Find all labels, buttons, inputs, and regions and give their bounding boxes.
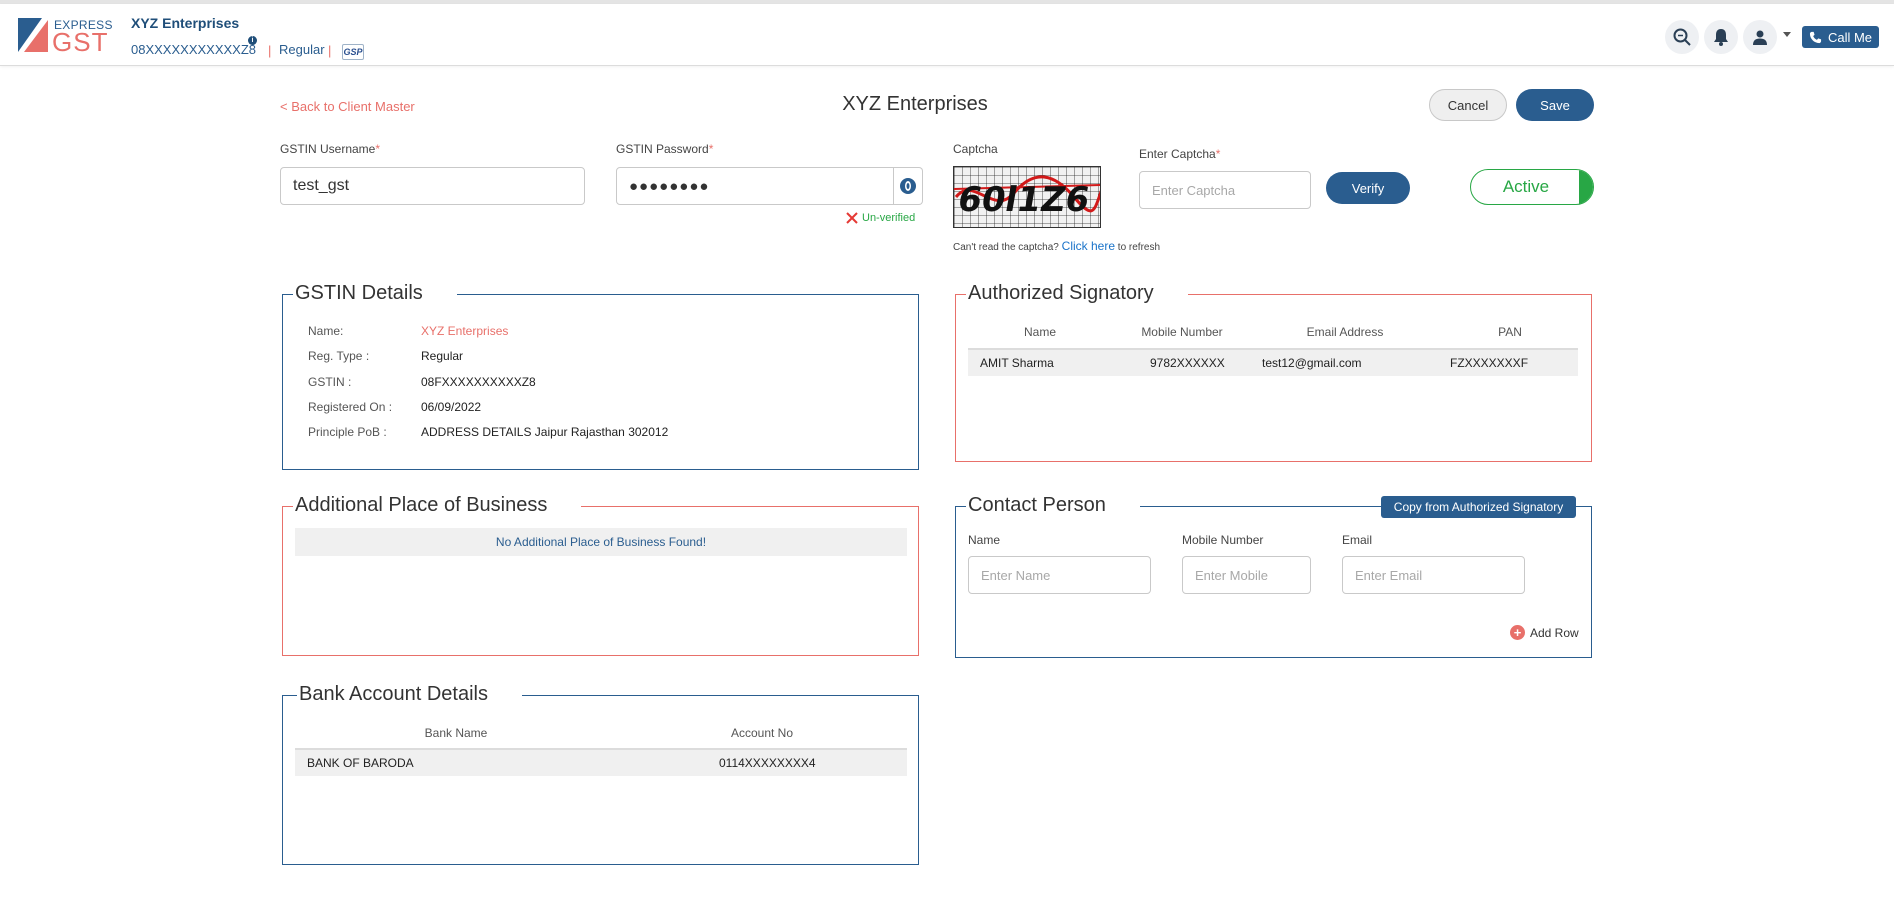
detail-value: 06/09/2022 — [421, 400, 482, 414]
column-header: Bank Name — [424, 726, 488, 740]
gstin-details-panel: GSTIN Details — [282, 280, 919, 470]
detail-key: GSTIN : — [308, 375, 352, 389]
gstin-password-label: GSTIN Password* — [616, 142, 714, 156]
captcha-input[interactable]: Enter Captcha — [1139, 171, 1311, 209]
copy-from-signatory-button[interactable]: Copy from Authorized Signatory — [1381, 496, 1576, 518]
search-button[interactable] — [1665, 20, 1699, 54]
verification-status-text: Un-verified — [862, 212, 916, 224]
logo-gst-text: GST — [52, 27, 109, 57]
bank-details-panel: Bank Account Details — [282, 681, 919, 865]
signatory-pan: FZXXXXXXXF — [1450, 356, 1529, 370]
detail-key: Registered On : — [308, 400, 393, 414]
header-gstin: 08XXXXXXXXXXXZ8 — [131, 42, 257, 57]
back-to-client-master-link[interactable]: < Back to Client Master — [280, 99, 415, 114]
authorized-signatory-panel: Authorized Signatory — [955, 280, 1592, 462]
header-firm-name: XYZ Enterprises — [131, 15, 240, 31]
contact-mobile-label: Mobile Number — [1182, 533, 1264, 547]
contact-email-input[interactable]: Enter Email — [1342, 556, 1525, 594]
add-row-label: Add Row — [1530, 625, 1579, 640]
search-icon — [1673, 28, 1691, 46]
close-icon — [846, 212, 858, 224]
additional-pob-title: Additional Place of Business — [293, 492, 582, 518]
captcha-hint-text: Can't read the captcha? — [953, 242, 1059, 253]
column-header: Account No — [730, 726, 794, 740]
notifications-button[interactable] — [1704, 20, 1738, 54]
bank-details-title: Bank Account Details — [297, 681, 522, 707]
contact-person-title: Contact Person — [966, 492, 1140, 518]
active-toggle[interactable]: Active — [1470, 169, 1594, 205]
user-menu-button[interactable] — [1743, 20, 1777, 54]
signatory-email: test12@gmail.com — [1262, 356, 1362, 370]
authorized-signatory-title: Authorized Signatory — [966, 280, 1188, 306]
captcha-image: 60l1Z6 — [953, 166, 1101, 228]
column-header: PAN — [1498, 325, 1522, 339]
captcha-label: Captcha — [953, 142, 998, 156]
separator: | — [268, 43, 272, 58]
page-title: XYZ Enterprises — [842, 93, 988, 115]
active-toggle-label: Active — [1502, 177, 1550, 196]
save-button[interactable]: Save — [1516, 89, 1594, 121]
detail-value: ADDRESS DETAILS Jaipur Rajasthan 302012 — [421, 425, 669, 439]
detail-key: Name: — [308, 324, 344, 338]
express-gst-logo[interactable]: EXPRESS GST — [18, 16, 112, 56]
detail-key: Principle PoB : — [308, 425, 387, 439]
column-header: Name — [1023, 325, 1056, 339]
captcha-refresh-hint: Can't read the captcha? Click here to re… — [953, 239, 1160, 253]
table-row[interactable]: AMIT Sharma 9782XXXXXX test12@gmail.com … — [968, 348, 1578, 376]
logo-mark-icon — [18, 18, 48, 52]
verify-button[interactable]: Verify — [1326, 172, 1410, 204]
header-taxpayer-type: Regular — [279, 42, 325, 57]
gstin-details-title: GSTIN Details — [293, 280, 457, 306]
call-me-button[interactable]: Call Me — [1802, 26, 1879, 48]
column-header: Email Address — [1306, 325, 1384, 339]
detail-value: Regular — [421, 349, 464, 363]
toggle-knob — [1579, 170, 1593, 204]
show-password-button[interactable] — [893, 167, 923, 205]
signatory-mobile: 9782XXXXXX — [1150, 356, 1225, 370]
app-header: EXPRESS GST XYZ Enterprises 08XXXXXXXXXX… — [0, 4, 1894, 66]
detail-value: 08FXXXXXXXXXXZ8 — [421, 375, 536, 389]
detail-key: Reg. Type : — [308, 349, 370, 363]
empty-state-message: No Additional Place of Business Found! — [295, 528, 907, 556]
gstin-username-input[interactable]: test_gst — [280, 167, 585, 205]
detail-value: XYZ Enterprises — [421, 324, 509, 338]
bank-name: BANK OF BARODA — [307, 756, 414, 770]
contact-email-label: Email — [1342, 533, 1373, 547]
contact-name-label: Name — [968, 533, 1001, 547]
gsp-icon: GSP — [342, 44, 364, 60]
chevron-down-icon[interactable] — [1783, 32, 1791, 37]
svg-text:60l1Z6: 60l1Z6 — [955, 180, 1093, 220]
contact-name-input[interactable]: Enter Name — [968, 556, 1151, 594]
plus-icon: + — [1510, 625, 1525, 640]
verification-status: Un-verified — [846, 212, 915, 224]
user-icon — [1753, 30, 1767, 45]
add-row-button[interactable]: + Add Row — [1510, 625, 1579, 640]
gstin-username-label: GSTIN Username* — [280, 142, 381, 156]
info-icon[interactable]: i — [248, 36, 257, 45]
table-row[interactable]: BANK OF BARODA 0114XXXXXXXX4 — [295, 748, 907, 776]
captcha-hint-suffix: to refresh — [1117, 242, 1161, 253]
account-number: 0114XXXXXXXX4 — [719, 756, 816, 770]
bell-icon — [1714, 29, 1728, 46]
phone-icon — [1809, 31, 1822, 43]
captcha-graphic: 60l1Z6 — [954, 167, 1100, 227]
signatory-name: AMIT Sharma — [980, 356, 1054, 370]
gstin-password-input[interactable]: ●●●●●●●● — [616, 167, 894, 205]
eye-icon — [899, 178, 916, 194]
call-me-label: Call Me — [1827, 29, 1873, 45]
captcha-refresh-link[interactable]: Click here — [1062, 239, 1115, 253]
separator: | — [328, 43, 332, 58]
column-header: Mobile Number — [1141, 325, 1223, 339]
contact-mobile-input[interactable]: Enter Mobile — [1182, 556, 1311, 594]
enter-captcha-label: Enter Captcha* — [1139, 147, 1221, 161]
cancel-button[interactable]: Cancel — [1429, 89, 1507, 121]
